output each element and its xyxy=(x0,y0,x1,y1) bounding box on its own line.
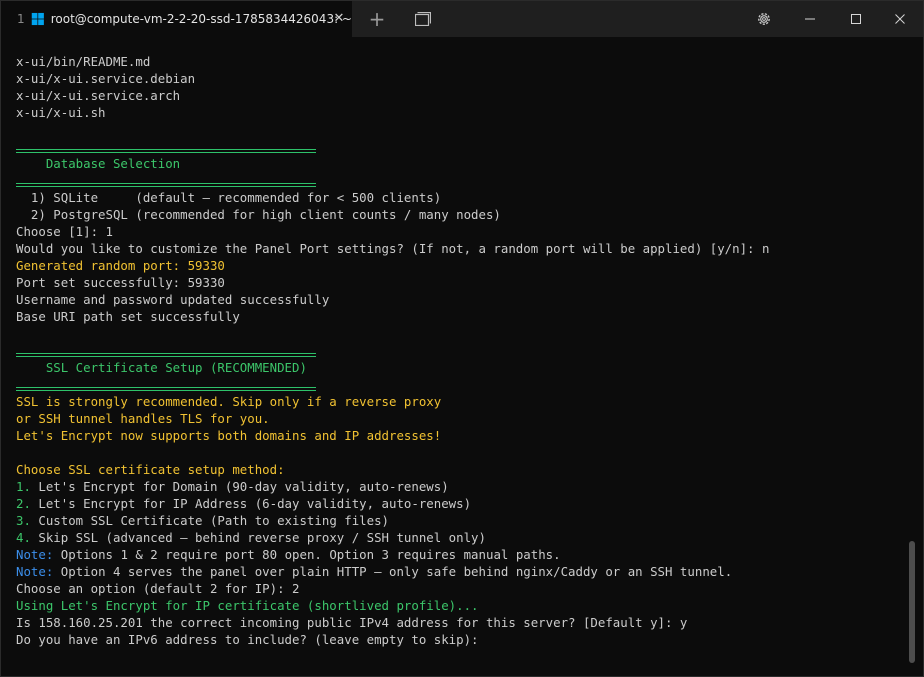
line-text: Is 158.160.25.201 the correct incoming p… xyxy=(16,615,688,630)
terminal-line: x-ui/x-ui.sh xyxy=(16,104,903,121)
line-text: Custom SSL Certificate (Path to existing… xyxy=(30,513,389,528)
line-text: Choose [1]: 1 xyxy=(16,224,113,239)
separator-rule xyxy=(16,387,316,391)
terminal-line: 1) SQLite (default — recommended for < 5… xyxy=(16,189,903,206)
line-text: Database Selection xyxy=(16,156,181,171)
terminal-line: or SSH tunnel handles TLS for you. xyxy=(16,410,903,427)
line-text: x-ui/x-ui.service.arch xyxy=(16,88,181,103)
terminal-line: Username and password updated successful… xyxy=(16,291,903,308)
terminal-line: Base URI path set successfully xyxy=(16,308,903,325)
new-tab-button[interactable]: + xyxy=(363,1,391,37)
line-text: Skip SSL (advanced — behind reverse prox… xyxy=(30,530,486,545)
terminal-line: Let's Encrypt now supports both domains … xyxy=(16,427,903,444)
line-prefix: 4. xyxy=(16,530,31,545)
line-text: x-ui/x-ui.service.debian xyxy=(16,71,196,86)
terminal-line: Would you like to customize the Panel Po… xyxy=(16,240,903,257)
terminal-window: 1 root@compute-vm-2-2-20-ssd-17858344260… xyxy=(0,0,924,677)
line-text: Port set successfully: 59330 xyxy=(16,275,225,290)
line-text: x-ui/x-ui.sh xyxy=(16,105,106,120)
terminal-line: Generated random port: 59330 xyxy=(16,257,903,274)
line-text: SSL Certificate Setup (RECOMMENDED) xyxy=(16,360,307,375)
line-text: Would you like to customize the Panel Po… xyxy=(16,241,770,256)
terminal-line: 1. Let's Encrypt for Domain (90-day vali… xyxy=(16,478,903,495)
line-prefix: Note: xyxy=(16,547,54,562)
line-text: Let's Encrypt for IP Address (6-day vali… xyxy=(30,496,472,511)
terminal-line: 2. Let's Encrypt for IP Address (6-day v… xyxy=(16,495,903,512)
line-text: Using Let's Encrypt for IP certificate (… xyxy=(16,598,479,613)
terminal-line: Choose an option (default 2 for IP): 2 xyxy=(16,580,903,597)
line-prefix: Note: xyxy=(16,564,54,579)
line-text: SSL is strongly recommended. Skip only i… xyxy=(16,394,442,409)
terminal-line: Note: Options 1 & 2 require port 80 open… xyxy=(16,546,903,563)
gear-icon[interactable] xyxy=(751,1,777,37)
terminal-output[interactable]: x-ui/bin/README.md x-ui/x-ui.service.debi… xyxy=(16,53,903,676)
minimize-icon[interactable] xyxy=(787,1,833,37)
line-text: x-ui/bin/README.md xyxy=(16,54,151,69)
terminal-line: x-ui/bin/README.md xyxy=(16,53,903,70)
section-separator xyxy=(16,172,903,189)
line-text: Username and password updated successful… xyxy=(16,292,330,307)
terminal-line: 3. Custom SSL Certificate (Path to exist… xyxy=(16,512,903,529)
terminal-line: Note: Option 4 serves the panel over pla… xyxy=(16,563,903,580)
line-text: Choose an option (default 2 for IP): 2 xyxy=(16,581,300,596)
terminal-line: Choose [1]: 1 xyxy=(16,223,903,240)
line-text: Let's Encrypt now supports both domains … xyxy=(16,428,442,443)
windows-logo-icon xyxy=(31,12,44,26)
section-separator xyxy=(16,138,903,155)
line-text: or SSH tunnel handles TLS for you. xyxy=(16,411,270,426)
terminal-line: Port set successfully: 59330 xyxy=(16,274,903,291)
line-text: Base URI path set successfully xyxy=(16,309,240,324)
title-bar: 1 root@compute-vm-2-2-20-ssd-17858344260… xyxy=(1,1,923,37)
line-text: 1) SQLite (default — recommended for < 5… xyxy=(16,190,442,205)
terminal-line: Using Let's Encrypt for IP certificate (… xyxy=(16,597,903,614)
line-text: 2) PostgreSQL (recommended for high clie… xyxy=(16,207,501,222)
tab-index: 1 xyxy=(17,12,25,26)
tab-active[interactable]: 1 root@compute-vm-2-2-20-ssd-17858344260… xyxy=(1,1,352,37)
maximize-icon[interactable] xyxy=(833,1,879,37)
line-text: Do you have an IPv6 address to include? … xyxy=(16,632,479,647)
close-icon[interactable] xyxy=(877,1,923,37)
line-text: Generated random port: 59330 xyxy=(16,258,225,273)
terminal-line: x-ui/x-ui.service.debian xyxy=(16,70,903,87)
line-text: Option 4 serves the panel over plain HTT… xyxy=(53,564,733,579)
line-text: Let's Encrypt for Domain (90-day validit… xyxy=(30,479,449,494)
line-text: Options 1 & 2 require port 80 open. Opti… xyxy=(53,547,561,562)
tab-title: root@compute-vm-2-2-20-ssd-1785834426043… xyxy=(50,12,352,26)
terminal-line: Choose SSL certificate setup method: xyxy=(16,461,903,478)
terminal-line: SSL Certificate Setup (RECOMMENDED) xyxy=(16,359,903,376)
scrollbar-thumb[interactable] xyxy=(909,541,915,663)
tab-overview-icon[interactable] xyxy=(409,1,437,37)
terminal-line: 2) PostgreSQL (recommended for high clie… xyxy=(16,206,903,223)
terminal-line: Do you have an IPv6 address to include? … xyxy=(16,631,903,648)
line-prefix: 1. xyxy=(16,479,31,494)
line-prefix: 2. xyxy=(16,496,31,511)
section-separator xyxy=(16,376,903,393)
section-separator xyxy=(16,342,903,359)
tab-close-icon[interactable]: ✕ xyxy=(330,10,348,28)
terminal-line: Is 158.160.25.201 the correct incoming p… xyxy=(16,614,903,631)
separator-rule xyxy=(16,353,316,357)
terminal-line: x-ui/x-ui.service.arch xyxy=(16,87,903,104)
separator-rule xyxy=(16,183,316,187)
line-text: Choose SSL certificate setup method: xyxy=(16,462,285,477)
terminal-line: 4. Skip SSL (advanced — behind reverse p… xyxy=(16,529,903,546)
line-prefix: 3. xyxy=(16,513,31,528)
separator-rule xyxy=(16,149,316,153)
terminal-line: SSL is strongly recommended. Skip only i… xyxy=(16,393,903,410)
terminal-line: Database Selection xyxy=(16,155,903,172)
